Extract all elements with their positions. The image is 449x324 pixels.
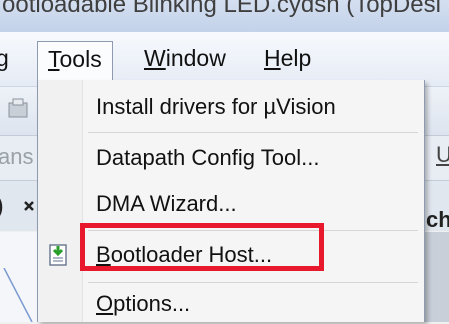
left-pane [0,232,39,322]
menu-help-label: elp [280,45,312,71]
menu-window-mnemonic: W [144,45,166,71]
close-icon[interactable] [22,199,36,213]
toolbar-tool-icon[interactable] [6,97,32,123]
toolbar-right-fragment[interactable]: U [436,142,449,168]
right-pane [424,232,449,322]
bootloader-host-icon [49,244,67,266]
menu-window-label: indow [165,45,226,71]
menu-help[interactable]: Help [264,41,311,75]
pane-tab-fragment[interactable]: ) [0,193,3,219]
menu-separator [88,282,418,283]
menu-item-datapath-config[interactable]: Datapath Config Tool... [96,138,319,178]
window-title: ootloadable Blinking LED.cydsn (TopDesi [2,0,441,18]
menu-item-datapath-mnemonic: g [242,145,256,170]
menu-item-install-drivers[interactable]: Install drivers for µVision [96,87,336,127]
document-tab-fragment[interactable]: ch [426,207,449,233]
menu-item-options-mnemonic: O [96,291,114,316]
menu-item-options-label: ptions... [113,291,191,316]
menu-help-mnemonic: H [264,45,281,71]
menu-bar: g Tools Window Help [0,32,449,87]
menu-icon-gutter [38,80,83,322]
menu-item-partial[interactable]: g [0,41,9,75]
menu-item-dma-wizard-label: DMA Wizard... [96,191,237,216]
menu-item-datapath-label-2: Tool... [255,145,320,170]
menu-tools[interactable]: Tools [37,41,113,80]
menu-item-install-drivers-label: Install drivers for µVision [96,94,336,119]
menu-separator [88,132,418,133]
highlight-box [80,223,324,271]
schematic-line [3,268,33,322]
menu-item-datapath-label-1: Datapath Confi [96,145,243,170]
toolbar-text-fragment: ans [0,144,34,169]
menu-item-dma-wizard[interactable]: DMA Wizard... [96,184,237,224]
menu-window[interactable]: Window [144,41,226,75]
menu-tools-label: ools [59,46,102,72]
tools-menu-dropdown: Install drivers for µVision Datapath Con… [37,80,425,322]
title-bar: ootloadable Blinking LED.cydsn (TopDesi [0,0,449,32]
menu-tools-mnemonic: T [48,46,60,72]
menu-item-options[interactable]: Options... [96,284,190,324]
